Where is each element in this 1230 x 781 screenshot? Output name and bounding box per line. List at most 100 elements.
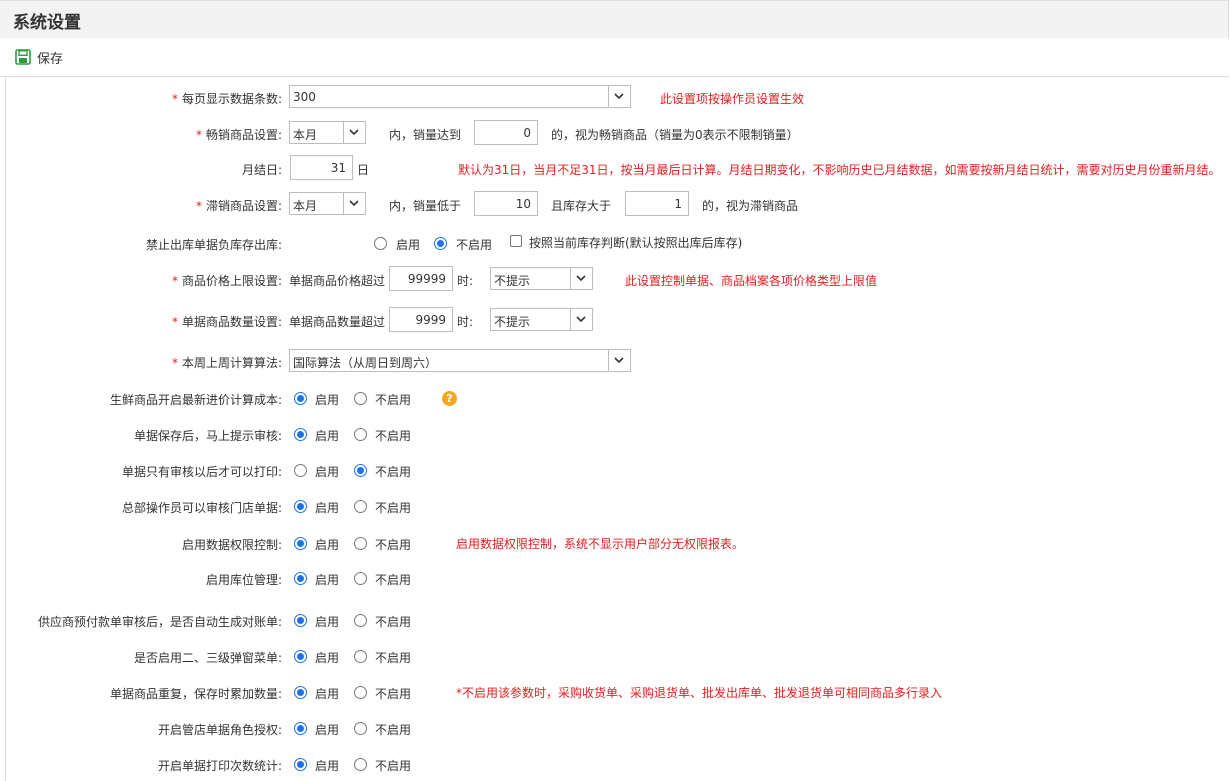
popup-disable-radio[interactable]	[354, 650, 367, 663]
location-enable-radio[interactable]	[294, 572, 307, 585]
page-title: 系统设置	[13, 13, 81, 33]
print-after-disable-radio[interactable]	[354, 464, 367, 477]
fresh-disable-radio[interactable]	[354, 392, 367, 405]
label-month-end: 月结日:	[241, 163, 282, 177]
current-stock-checkbox[interactable]	[510, 235, 522, 247]
data-permission-enable-radio[interactable]	[294, 537, 307, 550]
row-negative-stock: 禁止出库单据负库存出库: 启用 不启用 按照当前库存判断(默认按照出库后库存)	[6, 233, 1230, 253]
bestseller-qty-input[interactable]: 0	[474, 120, 538, 145]
qty-limit-text-2: 时:	[457, 315, 474, 329]
print-after-disable-label: 不启用	[375, 465, 412, 479]
row-location: 启用库位管理: 启用 不启用	[6, 569, 1230, 589]
price-limit-text-1: 单据商品价格超过	[289, 274, 386, 288]
month-end-unit: 日	[357, 163, 370, 177]
row-price-limit: * 商品价格上限设置: 单据商品价格超过 99999 时: 不提示 此设置控制单据…	[6, 266, 1230, 292]
store-role-disable-label: 不启用	[375, 723, 412, 737]
row-print-after-audit: 单据只有审核以后才可以打印: 启用 不启用	[6, 461, 1230, 481]
row-store-role: 开启管店单据角色授权: 启用 不启用	[6, 719, 1230, 739]
popup-enable-label: 启用	[315, 651, 340, 665]
slowseller-text-3: 的，视为滞销商品	[702, 199, 799, 213]
slowseller-qty-input[interactable]: 10	[474, 191, 538, 216]
hq-audit-enable-radio[interactable]	[294, 500, 307, 513]
label-price-limit: * 商品价格上限设置:	[171, 274, 282, 288]
title-bar: 系统设置	[0, 0, 1229, 39]
label-hq-audit: 总部操作员可以审核门店单据:	[121, 501, 282, 515]
slowseller-stock-input[interactable]: 1	[625, 191, 689, 216]
row-fresh: 生鲜商品开启最新进价计算成本: 启用 不启用 ?	[6, 389, 1230, 409]
hq-audit-disable-radio[interactable]	[354, 500, 367, 513]
slowseller-text-2: 且库存大于	[551, 199, 612, 213]
location-disable-label: 不启用	[375, 573, 412, 587]
supplier-enable-radio[interactable]	[294, 614, 307, 627]
supplier-disable-radio[interactable]	[354, 614, 367, 627]
data-permission-disable-radio[interactable]	[354, 537, 367, 550]
negative-stock-enable-label: 启用	[396, 238, 421, 252]
print-count-disable-label: 不启用	[375, 759, 412, 773]
price-limit-action-select[interactable]: 不提示	[490, 267, 593, 290]
save-icon	[15, 49, 31, 65]
audit-prompt-disable-radio[interactable]	[354, 428, 367, 441]
bestseller-text-2: 的，视为畅销商品（销量为0表示不限制销量）	[551, 128, 799, 142]
location-enable-label: 启用	[315, 573, 340, 587]
month-end-note: 默认为31日，当月不足31日，按当月最后日计算。月结日期变化，不影响历史已月结数…	[458, 163, 1221, 177]
negative-stock-disable-label: 不启用	[456, 238, 493, 252]
data-permission-disable-label: 不启用	[375, 538, 412, 552]
price-limit-input[interactable]: 99999	[389, 266, 453, 291]
page-size-select[interactable]: 300	[289, 85, 631, 108]
label-duplicate-item: 单据商品重复，保存时累加数量:	[109, 687, 282, 701]
hq-audit-enable-label: 启用	[315, 501, 340, 515]
bestseller-text-1: 内，销量达到	[389, 128, 462, 142]
slowseller-period-select[interactable]: 本月	[289, 192, 366, 215]
qty-limit-action-select[interactable]: 不提示	[490, 308, 593, 331]
audit-prompt-enable-label: 启用	[315, 429, 340, 443]
print-after-enable-radio[interactable]	[294, 464, 307, 477]
location-disable-radio[interactable]	[354, 572, 367, 585]
audit-prompt-enable-radio[interactable]	[294, 428, 307, 441]
label-page-size: * 每页显示数据条数:	[171, 92, 282, 106]
price-limit-text-2: 时:	[457, 274, 474, 288]
hq-audit-disable-label: 不启用	[375, 501, 412, 515]
row-week-calc: * 本周上周计算算法: 国际算法（从周日到周六）	[6, 349, 1230, 373]
print-after-enable-label: 启用	[315, 465, 340, 479]
duplicate-item-disable-label: 不启用	[375, 687, 412, 701]
label-slowseller: * 滞销商品设置:	[195, 199, 282, 213]
fresh-enable-radio[interactable]	[294, 392, 307, 405]
label-bestseller: * 畅销商品设置:	[195, 128, 282, 142]
label-negative-stock: 禁止出库单据负库存出库:	[145, 238, 282, 252]
help-icon[interactable]: ?	[442, 391, 457, 406]
negative-stock-disable-radio[interactable]	[434, 237, 447, 250]
store-role-enable-radio[interactable]	[294, 722, 307, 735]
chevron-down-icon	[570, 268, 592, 289]
month-end-day-input[interactable]: 31	[290, 155, 353, 180]
fresh-disable-label: 不启用	[375, 393, 412, 407]
duplicate-item-disable-radio[interactable]	[354, 686, 367, 699]
print-count-enable-label: 启用	[315, 759, 340, 773]
negative-stock-enable-radio[interactable]	[374, 237, 387, 250]
label-week-calc: * 本周上周计算算法:	[171, 356, 282, 370]
row-duplicate-item: 单据商品重复，保存时累加数量: 启用 不启用 *不启用该参数时，采购收货单、采购…	[6, 683, 1230, 703]
duplicate-item-enable-radio[interactable]	[294, 686, 307, 699]
label-qty-limit: * 单据商品数量设置:	[171, 315, 282, 329]
chevron-down-icon	[608, 86, 630, 107]
audit-prompt-disable-label: 不启用	[375, 429, 412, 443]
print-count-enable-radio[interactable]	[294, 758, 307, 771]
settings-form: * 每页显示数据条数: 300 此设置项按操作员设置生效 * 畅销商品设置: 本月 …	[5, 77, 1230, 781]
label-location: 启用库位管理:	[205, 573, 282, 587]
row-print-count: 开启单据打印次数统计: 启用 不启用	[6, 755, 1230, 775]
bestseller-period-select[interactable]: 本月	[289, 121, 366, 144]
row-hq-audit: 总部操作员可以审核门店单据: 启用 不启用	[6, 497, 1230, 517]
label-print-after-audit: 单据只有审核以后才可以打印:	[121, 465, 282, 479]
current-stock-checkbox-label: 按照当前库存判断(默认按照出库后库存)	[529, 236, 743, 250]
save-button[interactable]: 保存	[15, 48, 63, 67]
qty-limit-input[interactable]: 9999	[389, 307, 453, 332]
popup-enable-radio[interactable]	[294, 650, 307, 663]
print-count-disable-radio[interactable]	[354, 758, 367, 771]
week-calc-select[interactable]: 国际算法（从周日到周六）	[289, 349, 631, 372]
slowseller-text-1: 内，销量低于	[389, 199, 462, 213]
store-role-enable-label: 启用	[315, 723, 340, 737]
price-limit-note: 此设置控制单据、商品档案各项价格类型上限值	[625, 274, 878, 288]
toolbar: 保存	[0, 38, 1229, 77]
label-data-permission: 启用数据权限控制:	[181, 538, 282, 552]
chevron-down-icon	[570, 309, 592, 330]
store-role-disable-radio[interactable]	[354, 722, 367, 735]
